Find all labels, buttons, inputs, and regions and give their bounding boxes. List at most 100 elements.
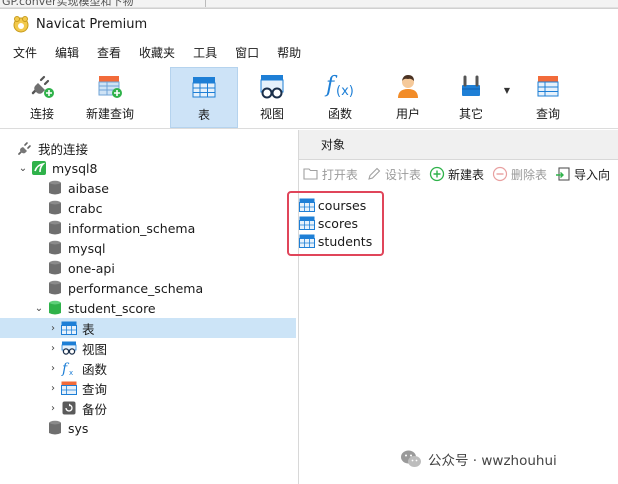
table-button[interactable]: 表	[170, 67, 238, 128]
tab-objects[interactable]: 对象	[308, 130, 357, 159]
title-bar: Navicat Premium	[0, 9, 618, 39]
chevron-down-icon[interactable]: ⌄	[16, 163, 30, 174]
function-button[interactable]: f (x) 函数	[306, 67, 374, 128]
user-button[interactable]: 用户	[374, 67, 442, 128]
function-label: 函数	[327, 107, 352, 121]
table-label: 表	[197, 108, 210, 122]
other-dropdown-arrow-icon[interactable]: ▼	[500, 67, 514, 128]
app-title: Navicat Premium	[36, 16, 148, 32]
mysql-connection-icon	[32, 161, 46, 175]
backup-icon	[62, 401, 76, 415]
minus-circle-icon	[492, 166, 508, 182]
import-label: 导入向	[573, 167, 610, 182]
tree-node-backups[interactable]: › 备份	[0, 398, 298, 418]
watermark: 公众号 · wwzhouhui	[400, 449, 557, 469]
wechat-icon	[401, 450, 421, 467]
tree-db-mysql[interactable]: mysql	[0, 238, 298, 258]
menu-file[interactable]: 文件	[4, 39, 46, 67]
content-area: 我的连接 ⌄ mysql8 aibase crabc information_s…	[0, 130, 618, 484]
tree-my-connections[interactable]: 我的连接	[0, 138, 298, 158]
menu-view[interactable]: 查看	[88, 39, 130, 67]
new-query-button[interactable]: 新建查询	[76, 67, 144, 128]
menu-window[interactable]: 窗口	[226, 39, 268, 67]
chevron-down-icon[interactable]: ⌄	[32, 303, 46, 314]
tree-db-student-score[interactable]: ⌄ student_score	[0, 298, 298, 318]
navicat-logo-icon	[13, 16, 29, 33]
view-icon	[61, 341, 77, 355]
database-icon	[49, 420, 61, 435]
new-query-label: 新建查询	[85, 107, 134, 121]
delete-table-button[interactable]: 删除表	[492, 166, 547, 183]
database-icon	[49, 280, 61, 295]
tab-objects-label: 对象	[320, 138, 345, 152]
chevron-right-icon[interactable]: ›	[46, 383, 60, 394]
view-button[interactable]: 视图	[238, 67, 306, 128]
tree-db-one-api[interactable]: one-api	[0, 258, 298, 278]
queries-node-label: 查询	[82, 381, 108, 397]
svg-text:x: x	[69, 369, 73, 376]
database-name: information_schema	[68, 220, 196, 236]
user-icon	[398, 75, 418, 98]
connection-name: mysql8	[52, 160, 98, 176]
tree-node-queries[interactable]: › 查询	[0, 378, 298, 398]
chevron-right-icon[interactable]: ›	[46, 363, 60, 374]
tree-node-tables[interactable]: › 表	[0, 318, 296, 338]
query-button[interactable]: 查询	[514, 67, 582, 128]
new-table-button[interactable]: 新建表	[429, 166, 484, 183]
database-icon	[49, 200, 61, 215]
navicat-window: Navicat Premium 文件 编辑 查看 收藏夹 工具 窗口 帮助 连接	[0, 8, 618, 484]
chevron-right-icon[interactable]: ›	[46, 323, 60, 334]
database-icon	[49, 220, 61, 235]
tree-db-information-schema[interactable]: information_schema	[0, 218, 298, 238]
navigation-tree: 我的连接 ⌄ mysql8 aibase crabc information_s…	[0, 130, 299, 484]
annotation-highlight-box	[286, 191, 384, 256]
menu-tools[interactable]: 工具	[184, 39, 226, 67]
other-button[interactable]: 其它	[442, 67, 500, 128]
connections-plug-icon	[18, 142, 31, 155]
user-label: 用户	[395, 107, 420, 121]
connect-button[interactable]: 连接	[8, 67, 76, 128]
open-database-icon	[49, 300, 61, 315]
function-icon: f (x)	[324, 73, 354, 99]
open-table-label: 打开表	[321, 167, 358, 182]
watermark-text: 公众号 · wwzhouhui	[428, 453, 557, 469]
tables-node-label: 表	[82, 321, 95, 337]
background-window-title: GP.conver实现模型和下物	[2, 0, 134, 8]
tree-db-performance-schema[interactable]: performance_schema	[0, 278, 298, 298]
open-table-button[interactable]: 打开表	[303, 166, 358, 183]
divider	[205, 0, 206, 7]
menu-edit[interactable]: 编辑	[46, 39, 88, 67]
connect-label: 连接	[29, 107, 54, 121]
functions-node-label: 函数	[82, 361, 108, 377]
views-node-label: 视图	[82, 341, 108, 357]
database-icon	[49, 240, 61, 255]
tree-connection-mysql8[interactable]: ⌄ mysql8	[0, 158, 298, 178]
chevron-right-icon[interactable]: ›	[46, 403, 60, 414]
database-name: one-api	[68, 260, 115, 276]
chevron-right-icon[interactable]: ›	[46, 343, 60, 354]
view-label: 视图	[259, 107, 284, 121]
plus-circle-icon	[429, 166, 445, 182]
tools-icon	[462, 75, 480, 96]
query-icon	[61, 381, 77, 395]
svg-text:(x): (x)	[336, 84, 354, 99]
tree-db-aibase[interactable]: aibase	[0, 178, 298, 198]
menu-favorites[interactable]: 收藏夹	[130, 39, 184, 67]
design-table-button[interactable]: 设计表	[366, 166, 421, 183]
database-icon	[49, 180, 61, 195]
menu-help[interactable]: 帮助	[268, 39, 310, 67]
new-query-icon	[98, 76, 122, 98]
tree-node-views[interactable]: › 视图	[0, 338, 298, 358]
database-icon	[49, 260, 61, 275]
tree-db-crabc[interactable]: crabc	[0, 198, 298, 218]
database-name: crabc	[68, 200, 103, 216]
table-icon	[192, 77, 216, 98]
tab-bar: 对象	[298, 130, 618, 160]
query-label: 查询	[535, 107, 560, 121]
pencil-icon	[368, 167, 381, 180]
my-connections-label: 我的连接	[38, 141, 89, 157]
tree-db-sys[interactable]: sys	[0, 418, 298, 438]
import-wizard-button[interactable]: 导入向	[555, 166, 610, 183]
database-name: performance_schema	[68, 280, 204, 296]
tree-node-functions[interactable]: › fx 函数	[0, 358, 298, 378]
